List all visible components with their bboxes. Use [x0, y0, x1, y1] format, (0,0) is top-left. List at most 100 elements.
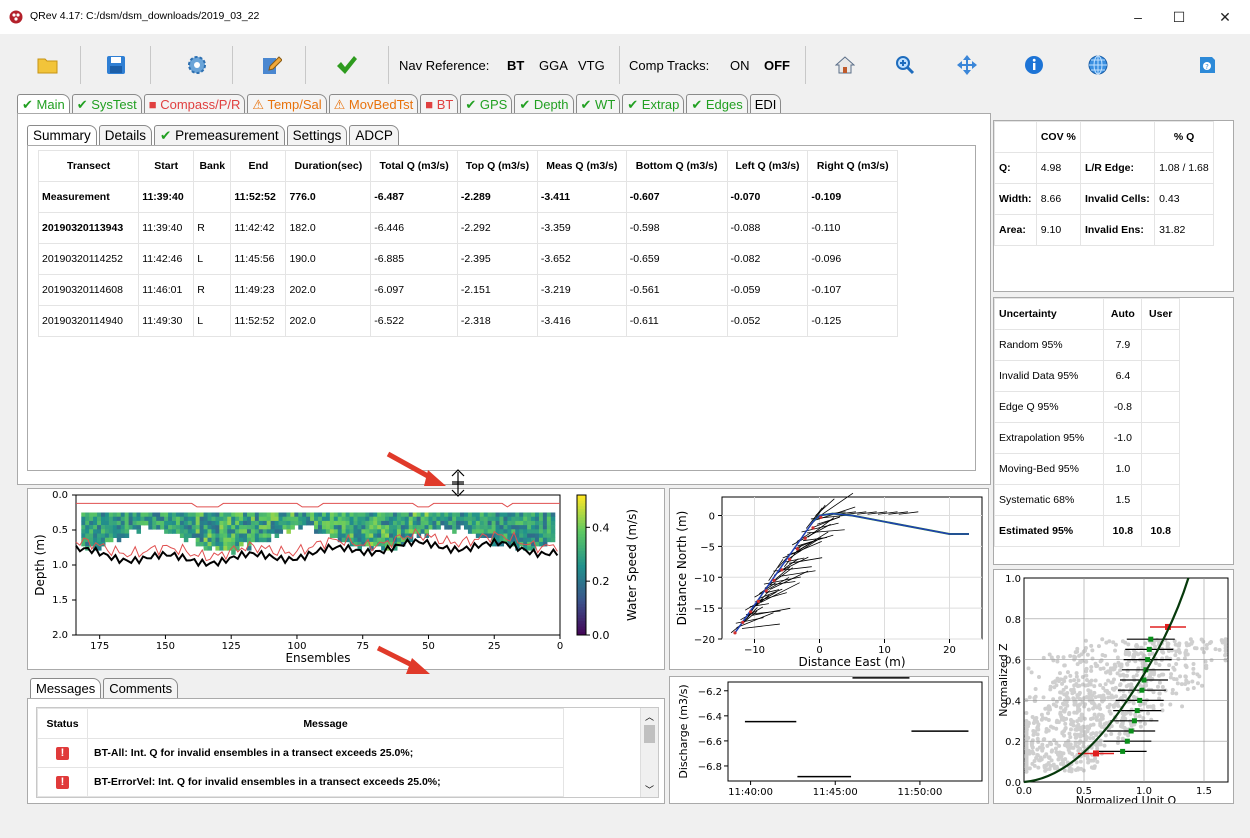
table-row[interactable]: 20190320114608 11:46:01 R 11:49:23 202.0 -6.0…: [37, 274, 898, 306]
check-icon: ✔: [519, 97, 534, 112]
tab-movbedtst[interactable]: ⚠ MovBedTst: [328, 94, 419, 114]
uncertainty-cell[interactable]: [1141, 453, 1180, 485]
plot-mark: [1173, 653, 1178, 658]
msgtab-messages[interactable]: Messages: [30, 678, 102, 699]
cov-cell: 4.98: [1035, 152, 1081, 184]
plot-mark: [270, 525, 276, 530]
plot-mark: [1082, 648, 1087, 653]
close-button[interactable]: ✕: [1208, 5, 1242, 29]
subtab-details[interactable]: Details: [98, 125, 153, 146]
plot-mark: [420, 525, 426, 530]
plot-mark: [1047, 652, 1052, 657]
tab-gps[interactable]: ✔ GPS: [460, 94, 513, 114]
minimize-button[interactable]: –: [1121, 5, 1155, 29]
uncertainty-cell[interactable]: [1141, 484, 1180, 516]
subtab-settings[interactable]: Settings: [286, 125, 348, 146]
subtab-premeasurement[interactable]: ✔ Premeasurement: [154, 125, 285, 146]
nav-option-gga[interactable]: GGA: [539, 58, 568, 73]
save-button[interactable]: [94, 48, 138, 82]
plot-mark: [179, 520, 185, 526]
plot-mark: [104, 529, 110, 534]
table-row[interactable]: 20190320114252 11:42:46 L 11:45:56 190.0 -6.8…: [37, 243, 898, 275]
table-row[interactable]: 20190320114940 11:49:30 L 11:52:52 202.0 -6.5…: [37, 305, 898, 337]
comp-option-on[interactable]: ON: [730, 58, 750, 73]
subtab-summary[interactable]: Summary: [27, 125, 97, 146]
plot-mark: [1093, 678, 1098, 683]
plot-mark: [116, 529, 122, 534]
tab-depth[interactable]: ✔ Depth: [514, 94, 574, 114]
plot-mark: [1194, 646, 1199, 651]
plot-mark: [1123, 640, 1128, 645]
extrap-plot[interactable]: 0.0 0.5 1.0 1.50.00.20.40.60.81.0Normalized…: [994, 570, 1233, 807]
nav-option-vtg[interactable]: VTG: [578, 58, 605, 73]
tab-edi[interactable]: EDI: [749, 94, 782, 114]
tab-bt[interactable]: ■ BT: [420, 94, 459, 114]
options-button[interactable]: [175, 48, 219, 82]
uncertainty-cell[interactable]: [1141, 422, 1180, 454]
plot-mark: [531, 525, 536, 530]
plot-mark: [318, 525, 323, 530]
zoom-button[interactable]: [883, 48, 927, 82]
table-row[interactable]: 20190320113943 11:39:40 R 11:42:42 182.0 -6.4…: [37, 212, 898, 244]
plot-mark: [1190, 679, 1195, 684]
check-button[interactable]: [324, 48, 368, 82]
tab-wt[interactable]: ✔ WT: [575, 94, 621, 114]
table-row[interactable]: Measurement 11:39:40 11:52:52 776.0 -6.487 -2…: [37, 181, 898, 213]
contour-plot[interactable]: 175 150 125 100 75 50 25 00.00.51.01.52.0Ensemb…: [28, 489, 664, 669]
plot-mark: [215, 529, 220, 534]
open-button[interactable]: [26, 48, 70, 82]
discharge-time-plot[interactable]: −6.2 −6.4 −6.6 −6.8 11:40:00 11:45:00 11:50:00…: [670, 677, 988, 803]
plot-mark: [179, 516, 185, 522]
maximize-button[interactable]: ☐: [1162, 5, 1196, 29]
plot-mark: [239, 512, 244, 517]
plot-mark: [1087, 691, 1092, 696]
messages-scrollbar[interactable]: ︿ ﹀: [640, 708, 658, 797]
plot-mark: [795, 547, 799, 551]
subtab-adcp[interactable]: ADCP: [349, 125, 399, 146]
plot-mark: [333, 525, 339, 530]
scroll-up-icon[interactable]: ︿: [641, 710, 658, 723]
tab-edges[interactable]: ✔ Edges: [686, 94, 748, 114]
message-row[interactable]: ! BT-ErrorVel: Int. Q for invalid ensembl…: [37, 767, 564, 797]
plot-mark: [1098, 723, 1103, 728]
plot-mark: [128, 520, 134, 526]
web-button[interactable]: [1076, 48, 1120, 82]
comp-option-off[interactable]: OFF: [764, 58, 790, 73]
plot-mark: [1199, 683, 1204, 688]
plot-mark: [1046, 707, 1051, 712]
help-button[interactable]: ?: [1185, 48, 1229, 82]
plot-mark: [227, 512, 232, 517]
plot-mark: [290, 516, 295, 522]
nav-option-bt[interactable]: BT: [507, 58, 524, 73]
uncertainty-cell[interactable]: [1141, 391, 1180, 423]
uncertainty-cell[interactable]: 10.8: [1141, 515, 1180, 547]
plot-mark: [258, 537, 264, 543]
plot-mark: [1068, 717, 1073, 722]
plot-mark: [1195, 681, 1200, 686]
uncertainty-cell[interactable]: [1141, 360, 1180, 392]
scroll-down-icon[interactable]: ﹀: [641, 783, 658, 796]
tab-extrap[interactable]: ✔ Extrap: [622, 94, 685, 114]
message-text: BT-All: Int. Q for invalid ensembles in …: [87, 738, 564, 768]
info-button[interactable]: [1012, 48, 1056, 82]
home-button[interactable]: [823, 48, 867, 82]
plot-mark: [1097, 712, 1102, 717]
msgtab-comments[interactable]: Comments: [103, 678, 179, 699]
shiptrack-plot[interactable]: −10 0 10 200−5−10−15−20Distance East (m)Dis…: [670, 489, 988, 669]
pan-button[interactable]: [945, 48, 989, 82]
tab-temp-sal[interactable]: ⚠ Temp/Sal: [247, 94, 327, 114]
uncertainty-cell[interactable]: [1141, 329, 1180, 361]
tab-systest[interactable]: ✔ SysTest: [71, 94, 142, 114]
plot-mark: [538, 512, 544, 517]
scroll-thumb[interactable]: [644, 725, 655, 743]
tab-compass-p-r[interactable]: ■ Compass/P/R: [143, 94, 246, 114]
plot-mark: [104, 512, 110, 517]
plot-mark: [1108, 711, 1113, 716]
plot-mark: [499, 529, 505, 534]
plot-mark: [1159, 672, 1164, 677]
message-row[interactable]: ! BT-All: Int. Q for invalid ensembles in…: [37, 738, 564, 768]
tab-main[interactable]: ✔ Main: [17, 94, 70, 114]
plot-mark: [1083, 638, 1088, 643]
edit-button[interactable]: [250, 48, 294, 82]
plot-mark: [172, 529, 177, 534]
